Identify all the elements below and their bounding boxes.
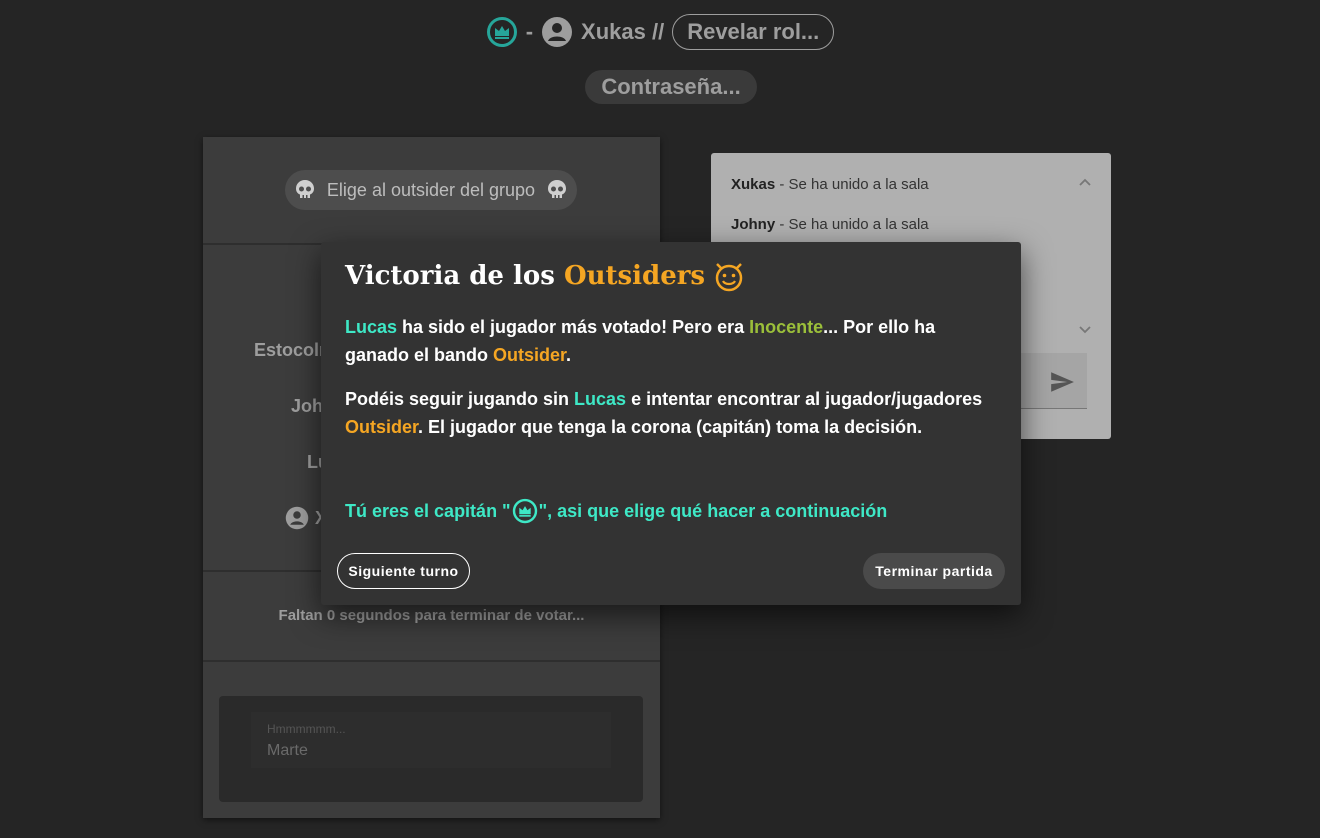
dialog-title-prefix: Victoria de los [345, 261, 564, 291]
captain-notice: Tú eres el capitán " ", asi que elige qu… [345, 498, 887, 524]
send-icon[interactable] [1049, 369, 1075, 395]
crown-icon [486, 16, 518, 48]
chat-input[interactable] [1019, 353, 1087, 409]
answer-field[interactable]: Hmmmmmm... Marte [251, 712, 611, 768]
chevron-up-icon[interactable] [1079, 173, 1091, 189]
password-button[interactable]: Contraseña... [585, 70, 757, 104]
voted-player: Lucas [574, 389, 627, 409]
result-text: . [566, 345, 572, 365]
voted-player: Lucas [345, 317, 398, 337]
chat-message-user: Johny [731, 216, 776, 233]
header-separator: - [525, 19, 534, 44]
result-paragraph: Lucas ha sido el jugador más votado! Per… [345, 313, 995, 369]
username: Xukas // [581, 19, 665, 44]
end-game-button[interactable]: Terminar partida [863, 553, 1005, 589]
captain-text-pre: Tú eres el capitán " [345, 500, 511, 521]
crown-icon [512, 498, 538, 524]
captain-text-post: ", asi que elige qué hacer a continuació… [538, 500, 888, 521]
reveal-role-button[interactable]: Revelar rol... [672, 14, 835, 50]
user-icon [541, 16, 573, 48]
dialog-title: Victoria de los Outsiders [345, 260, 745, 292]
divider [203, 660, 660, 662]
instruction-chip: Elige al outsider del grupo [285, 170, 577, 210]
victory-dialog: Victoria de los Outsiders Lucas ha sido … [321, 242, 1021, 605]
vote-timer: Faltan 0 segundos para terminar de votar… [278, 607, 585, 624]
chevron-down-icon[interactable] [1079, 321, 1091, 337]
chat-message-text: - Se ha unido a la sala [775, 216, 929, 233]
chat-message: Xukas - Se ha unido a la sala [731, 176, 929, 193]
user-icon [285, 506, 309, 530]
outsider-side: Outsider [345, 417, 419, 437]
answer-field-value: Marte [267, 742, 308, 759]
answer-field-label: Hmmmmmm... [267, 722, 346, 736]
continue-text: . El jugador que tenga la corona (capitá… [418, 417, 923, 437]
vote-option[interactable]: Joh [291, 396, 323, 417]
skull-icon [545, 178, 569, 202]
next-turn-button[interactable]: Siguiente turno [337, 553, 470, 589]
devil-icon [713, 260, 745, 292]
instruction-label: Elige al outsider del grupo [326, 179, 536, 200]
header: - Xukas // Revelar rol... [0, 14, 1320, 50]
skull-icon [293, 178, 317, 202]
answer-area: Hmmmmmm... Marte [219, 696, 643, 802]
continue-text: e intentar encontrar al jugador/jugadore… [626, 389, 983, 409]
chat-message-user: Xukas [731, 176, 776, 193]
dialog-title-highlight: Outsiders [563, 261, 706, 291]
continue-paragraph: Podéis seguir jugando sin Lucas e intent… [345, 385, 995, 441]
continue-text: Podéis seguir jugando sin [345, 389, 575, 409]
result-text: ha sido el jugador más votado! Pero era [397, 317, 750, 337]
chat-message: Johny - Se ha unido a la sala [731, 216, 929, 233]
winning-side: Outsider [493, 345, 567, 365]
player-role: Inocente [749, 317, 824, 337]
chat-message-text: - Se ha unido a la sala [775, 176, 929, 193]
